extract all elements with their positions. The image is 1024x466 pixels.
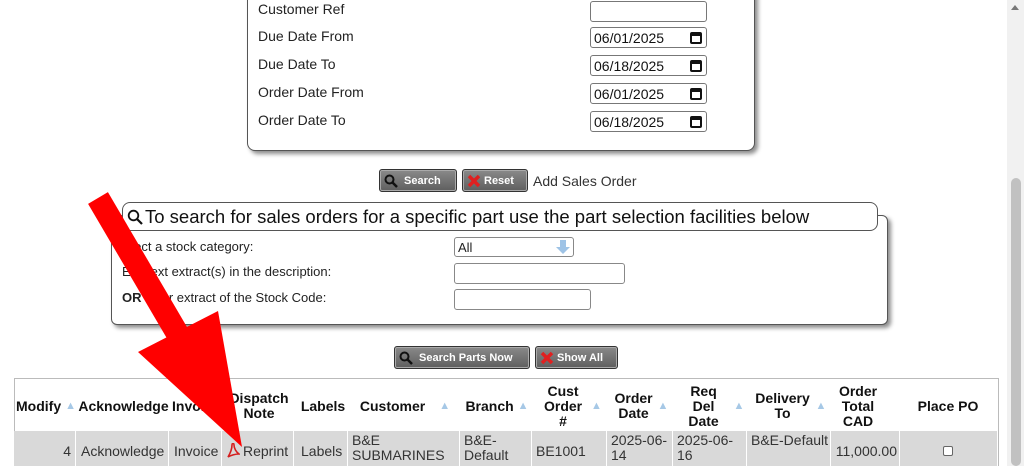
sort-arrow-icon[interactable]: ▲ <box>816 399 827 414</box>
header-req-del-date-text: Req Del Date <box>688 382 719 429</box>
part-search-legend: To search for sales orders for a specifi… <box>122 202 878 231</box>
cell-req-del-date: 2025-06-16 <box>675 431 747 466</box>
reset-button-label: Reset <box>484 174 514 187</box>
stock-code-extract-label: ter extract of the Stock Code: <box>158 290 327 305</box>
search-button-label: Search <box>404 174 441 187</box>
cell-dispatch-note[interactable]: Reprint <box>224 431 294 466</box>
header-delivery-to-text: Delivery To <box>755 390 810 421</box>
header-place-po-text: Place PO <box>917 397 979 414</box>
reprint-link[interactable]: Reprint <box>243 443 288 459</box>
cell-delivery-to: B&E-Default <box>749 431 831 466</box>
scroll-up-arrow-icon[interactable] <box>1011 5 1019 10</box>
search-icon <box>384 174 398 188</box>
cell-acknowledge-link[interactable]: Acknowledge <box>78 431 169 466</box>
calendar-icon[interactable] <box>690 116 702 128</box>
customer-ref-input[interactable] <box>590 1 707 22</box>
description-extract-label: text extract(s) in the description: <box>147 264 332 279</box>
due-date-from-label: Due Date From <box>258 28 354 44</box>
search-icon <box>399 351 413 365</box>
sort-arrow-icon[interactable]: ▲ <box>518 399 529 414</box>
reset-x-icon <box>540 351 554 365</box>
place-po-checkbox[interactable] <box>943 446 953 456</box>
search-parts-now-label: Search Parts Now <box>419 351 513 364</box>
header-branch-text: Branch <box>465 397 514 414</box>
cell-branch: B&E-Default <box>462 431 532 466</box>
due-date-to-value: 06/18/2025 <box>594 58 665 74</box>
part-search-legend-text: To search for sales orders for a specifi… <box>145 205 810 227</box>
stock-category-value: All <box>458 239 473 255</box>
sort-arrow-icon[interactable]: ▲ <box>439 399 450 414</box>
cell-invoice-link[interactable]: Invoice <box>170 431 222 466</box>
header-acknowledge-text: Acknowledge <box>78 397 169 414</box>
show-all-label: Show All <box>557 351 604 364</box>
header-delivery-to[interactable]: Delivery To ▲ <box>749 380 831 432</box>
stock-category-label: elect a stock category: <box>124 239 254 254</box>
due-date-from-value: 06/01/2025 <box>594 30 665 46</box>
header-place-po: Place PO <box>900 380 996 432</box>
cell-order-date: 2025-06-14 <box>609 431 673 466</box>
sort-arrow-icon[interactable]: ▲ <box>734 399 745 414</box>
header-acknowledge: Acknowledge <box>78 380 169 432</box>
scrollbar-thumb[interactable] <box>1011 178 1021 466</box>
add-sales-order-link[interactable]: Add Sales Order <box>533 173 637 189</box>
sort-arrow-icon[interactable]: ▲ <box>65 399 76 414</box>
cell-cust-order: BE1001 <box>534 431 607 466</box>
order-date-from-input[interactable]: 06/01/2025 <box>590 83 707 104</box>
header-cust-order-text: Cust Order # <box>543 382 583 429</box>
header-invoice-text: Invoi <box>172 397 205 414</box>
header-modify[interactable]: Modify ▲ <box>16 380 76 432</box>
show-all-button[interactable]: Show All <box>535 346 618 369</box>
order-date-to-value: 06/18/2025 <box>594 114 665 130</box>
due-date-to-label: Due Date To <box>258 56 336 72</box>
header-order-total-text: Order Total CAD <box>838 382 878 429</box>
header-order-total: Order Total CAD <box>834 380 882 432</box>
search-button[interactable]: Search <box>379 169 457 192</box>
search-parts-now-button[interactable]: Search Parts Now <box>394 346 530 369</box>
stock-code-or-label: OR <box>122 290 142 305</box>
cell-customer: B&E SUBMARINES <box>350 431 460 466</box>
header-cust-order[interactable]: Cust Order # ▲ <box>534 380 607 432</box>
order-date-to-input[interactable]: 06/18/2025 <box>590 111 707 132</box>
sort-arrow-icon[interactable]: ▲ <box>658 399 669 414</box>
cell-labels-link[interactable]: Labels <box>296 431 348 466</box>
sort-arrow-icon[interactable]: ▲ <box>591 399 602 414</box>
calendar-icon[interactable] <box>690 88 702 100</box>
header-invoice: Invoi <box>170 380 224 432</box>
stock-category-select[interactable]: All <box>454 237 574 257</box>
header-labels: Labels <box>296 380 350 432</box>
search-icon <box>127 209 143 225</box>
calendar-icon[interactable] <box>690 60 702 72</box>
search-criteria-panel: Customer Ref Due Date From 06/01/2025 Du… <box>247 0 755 151</box>
cell-modify[interactable]: 4 <box>16 431 76 466</box>
header-order-date-text: Order Date <box>614 390 653 421</box>
due-date-from-input[interactable]: 06/01/2025 <box>590 27 707 48</box>
header-dispatch-note-text: Dispatch Note <box>229 390 289 421</box>
calendar-icon[interactable] <box>690 32 702 44</box>
header-order-date[interactable]: Order Date ▲ <box>609 380 673 432</box>
order-date-from-label: Order Date From <box>258 84 364 100</box>
customer-ref-label: Customer Ref <box>258 1 345 17</box>
header-labels-text: Labels <box>300 397 346 414</box>
header-customer-text: Customer <box>359 397 426 414</box>
reset-x-icon <box>467 174 481 188</box>
due-date-to-input[interactable]: 06/18/2025 <box>590 55 707 76</box>
cell-order-total: 11,000.00 <box>834 431 900 466</box>
description-label-prefix: E <box>122 264 131 279</box>
header-customer[interactable]: Customer ▲ <box>350 380 460 432</box>
header-dispatch-note: Dispatch Note <box>226 380 292 432</box>
order-date-from-value: 06/01/2025 <box>594 86 665 102</box>
stock-code-extract-input[interactable] <box>454 289 591 310</box>
header-modify-text: Modify <box>16 397 62 414</box>
description-extract-input[interactable] <box>454 263 625 284</box>
header-branch[interactable]: Branch ▲ <box>462 380 532 432</box>
cell-place-po <box>900 431 996 466</box>
order-date-to-label: Order Date To <box>258 112 346 128</box>
dropdown-arrow-icon <box>556 239 570 255</box>
pdf-icon <box>226 443 240 459</box>
header-req-del-date[interactable]: Req Del Date ▲ <box>675 380 747 432</box>
reset-button[interactable]: Reset <box>462 169 528 192</box>
